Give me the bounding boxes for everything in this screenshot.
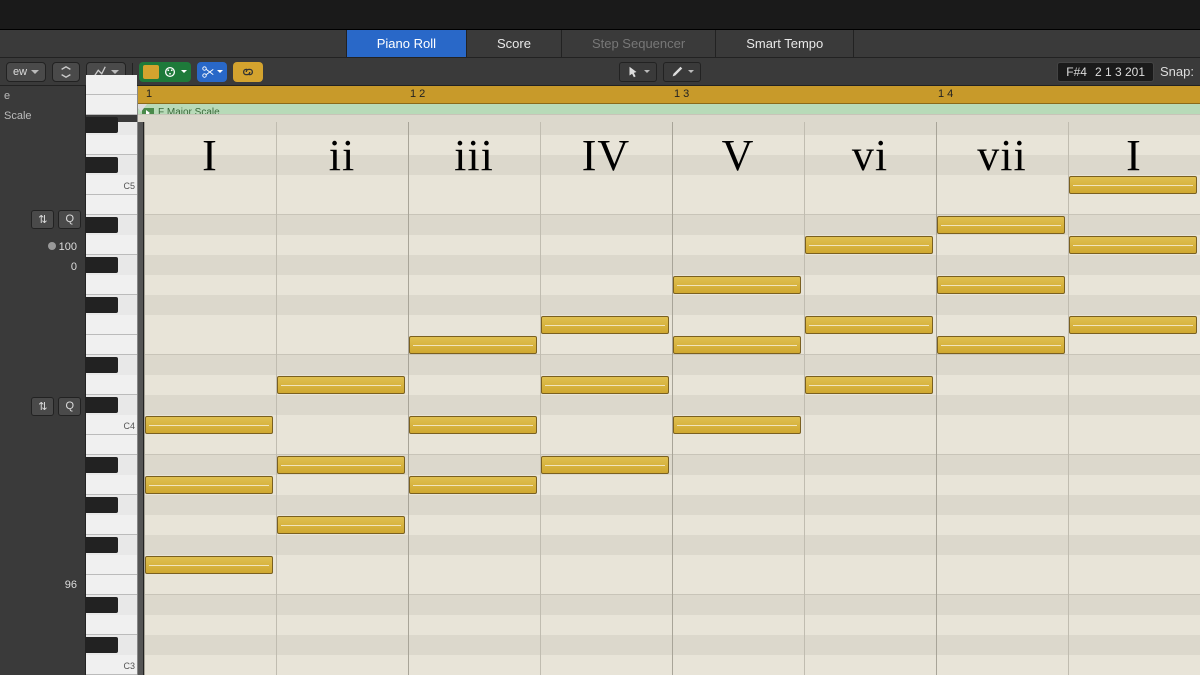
roman-numeral-label: vii	[977, 130, 1026, 181]
midi-note[interactable]	[409, 336, 537, 354]
midi-note[interactable]	[1069, 316, 1197, 334]
midi-note[interactable]	[805, 316, 933, 334]
link-button[interactable]	[233, 62, 263, 82]
midi-note[interactable]	[673, 416, 801, 434]
pencil-icon	[670, 65, 684, 79]
tab-score[interactable]: Score	[466, 30, 561, 57]
roman-numeral-label: IV	[582, 130, 630, 181]
scale-label: Scale	[4, 110, 81, 122]
quantize-button-2[interactable]: Q	[58, 397, 81, 416]
playhead[interactable]	[138, 122, 144, 675]
editor-tabs: Piano Roll Score Step Sequencer Smart Te…	[0, 30, 1200, 58]
stepper-icon[interactable]: ⇅	[31, 210, 54, 229]
tab-step-sequencer: Step Sequencer	[561, 30, 715, 57]
tab-smart-tempo[interactable]: Smart Tempo	[715, 30, 854, 57]
midi-note[interactable]	[277, 376, 405, 394]
midi-note[interactable]	[937, 276, 1065, 294]
inspector-panel: e Scale ⇅ Q 100 0 ⇅ Q 96	[0, 86, 86, 675]
midi-note[interactable]	[673, 336, 801, 354]
midi-note[interactable]	[541, 456, 669, 474]
toolbar: ew F#4 2 1 3 201 Snap:	[0, 58, 1200, 86]
scissors-tool[interactable]	[197, 62, 227, 82]
midi-note[interactable]	[805, 376, 933, 394]
midi-note[interactable]	[673, 276, 801, 294]
piano-keyboard[interactable]: C3 C4 C5	[86, 86, 138, 675]
position-readout: 2 1 3 201	[1095, 65, 1145, 79]
pencil-tool[interactable]	[663, 62, 701, 82]
octave-label: C5	[123, 181, 135, 191]
roman-numeral-label: iii	[454, 130, 494, 181]
roman-numeral-label: I	[202, 130, 218, 181]
pointer-icon	[626, 65, 640, 79]
midi-note[interactable]	[409, 476, 537, 494]
octave-label: C3	[123, 661, 135, 671]
position-display[interactable]: F#4 2 1 3 201	[1057, 62, 1154, 82]
midi-note[interactable]	[277, 516, 405, 534]
offset-value: 0	[4, 261, 81, 273]
view-menu[interactable]: ew	[6, 62, 46, 82]
window-top-bar	[0, 0, 1200, 30]
piano-roll-grid[interactable]: 11 21 31 4 F Major Scale IiiiiiIVVviviiI	[138, 86, 1200, 675]
color-palette[interactable]	[139, 62, 191, 82]
collapse-icon	[59, 65, 73, 79]
velocity-value: 100	[59, 241, 77, 253]
midi-note[interactable]	[277, 456, 405, 474]
note-readout: F#4	[1066, 65, 1087, 79]
roman-numeral-label: V	[722, 130, 755, 181]
midi-note[interactable]	[145, 416, 273, 434]
stepper-icon-2[interactable]: ⇅	[31, 397, 54, 416]
view-label: e	[4, 90, 10, 102]
link-icon	[241, 65, 255, 79]
pointer-tool[interactable]	[619, 62, 657, 82]
midi-note[interactable]	[805, 236, 933, 254]
value-96: 96	[4, 579, 81, 591]
midi-note[interactable]	[145, 476, 273, 494]
velocity-slider[interactable]	[48, 242, 56, 250]
tab-piano-roll[interactable]: Piano Roll	[346, 30, 466, 57]
color-swatch-1[interactable]	[143, 65, 159, 79]
roman-numeral-label: vi	[852, 130, 888, 181]
midi-note[interactable]	[541, 316, 669, 334]
midi-note[interactable]	[409, 416, 537, 434]
roman-numeral-label: ii	[329, 130, 355, 181]
roman-numeral-label: I	[1126, 130, 1142, 181]
scissors-icon	[201, 65, 215, 79]
midi-note[interactable]	[1069, 236, 1197, 254]
snap-label: Snap:	[1160, 64, 1194, 79]
quantize-button[interactable]: Q	[58, 210, 81, 229]
midi-note[interactable]	[541, 376, 669, 394]
midi-note[interactable]	[145, 556, 273, 574]
octave-label: C4	[123, 421, 135, 431]
palette-icon	[163, 65, 177, 79]
midi-note[interactable]	[937, 336, 1065, 354]
midi-note[interactable]	[937, 216, 1065, 234]
collapse-button[interactable]	[52, 62, 80, 82]
